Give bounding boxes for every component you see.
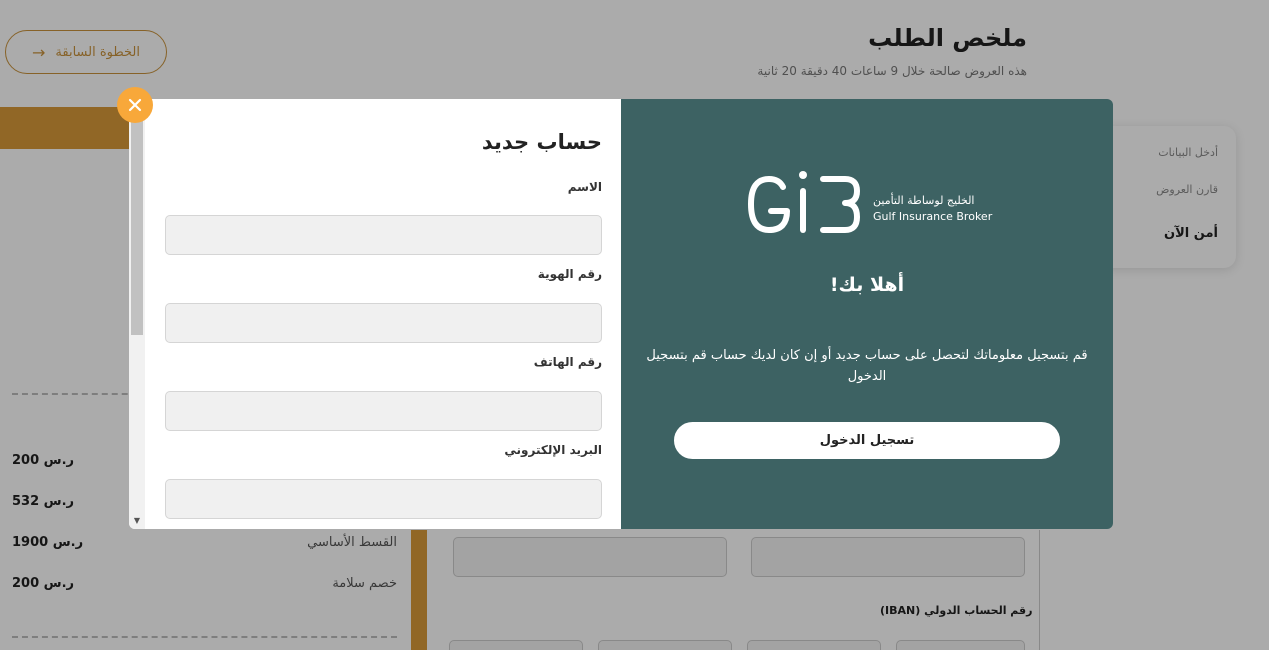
welcome-heading: أهلا بك! <box>829 274 905 296</box>
register-modal: ▼ حساب جديد الاسم رقم الهوية رقم الهاتف … <box>129 99 1113 529</box>
close-icon <box>128 98 142 112</box>
logo-english-text: Gulf Insurance Broker <box>873 210 993 223</box>
id-number-field[interactable] <box>165 303 602 343</box>
scroll-down-icon[interactable]: ▼ <box>131 515 143 527</box>
welcome-description: قم بتسجيل معلوماتك لتحصل على حساب جديد أ… <box>646 348 1088 384</box>
scrollbar[interactable]: ▼ <box>129 99 145 529</box>
email-field[interactable] <box>165 479 602 519</box>
login-button[interactable]: تسجيل الدخول <box>674 422 1060 459</box>
phone-label: رقم الهاتف <box>533 355 602 369</box>
email-label: البريد الإلكتروني <box>504 443 602 457</box>
register-form: ▼ حساب جديد الاسم رقم الهوية رقم الهاتف … <box>129 99 621 529</box>
name-label: الاسم <box>567 180 602 194</box>
welcome-panel: الخليج لوساطة التأمين Gulf Insurance Bro… <box>621 99 1113 529</box>
scrollbar-thumb[interactable] <box>131 109 143 335</box>
close-button[interactable] <box>117 87 153 123</box>
form-title: حساب جديد <box>481 130 602 154</box>
logo-arabic-text: الخليج لوساطة التأمين <box>873 194 975 207</box>
id-number-label: رقم الهوية <box>537 267 602 281</box>
phone-field[interactable] <box>165 391 602 431</box>
name-field[interactable] <box>165 215 602 255</box>
